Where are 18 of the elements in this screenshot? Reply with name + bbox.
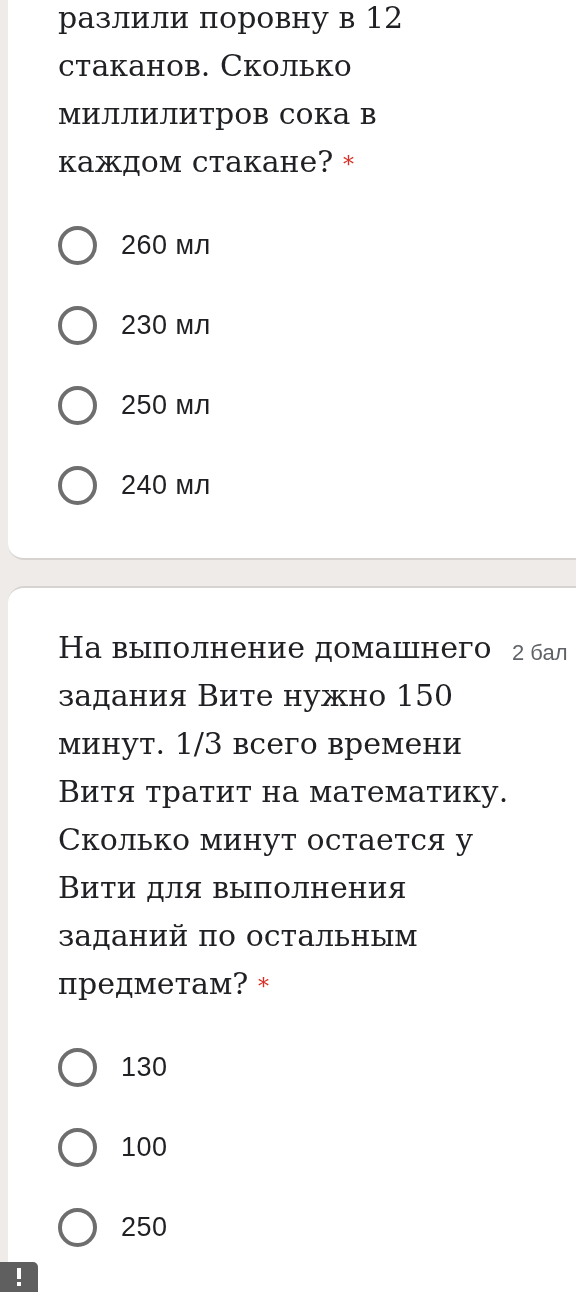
option-label: 250 [121, 1210, 168, 1244]
radio-button[interactable] [58, 1207, 97, 1247]
radio-button[interactable] [58, 225, 97, 265]
option-label: 230 мл [121, 308, 211, 342]
radio-button[interactable] [58, 305, 97, 345]
question-text: На выполнение домашнего задания Вите нужно 150 минут. 1/3 всего времени Витя тратит на математику. Сколько минут остается у Вити для выполнения заданий по остальным предметам? * [58, 629, 510, 1003]
radio-button[interactable] [58, 1127, 97, 1167]
option-label: 240 мл [121, 468, 211, 502]
option-label: 250 мл [121, 388, 211, 422]
option-label: 260 мл [121, 228, 211, 262]
radio-button[interactable] [58, 1047, 97, 1087]
radio-button[interactable] [58, 385, 97, 425]
question-text: разлили поровну в 12 стаканов. Сколько миллилитров сока в каждом стакане? * [58, 0, 405, 181]
option-label: 130 [121, 1050, 168, 1084]
points-label: 2 бал [512, 639, 568, 667]
option-label: 100 [121, 1130, 168, 1164]
radio-button[interactable] [58, 465, 97, 505]
exclamation-icon[interactable] [0, 1262, 38, 1292]
